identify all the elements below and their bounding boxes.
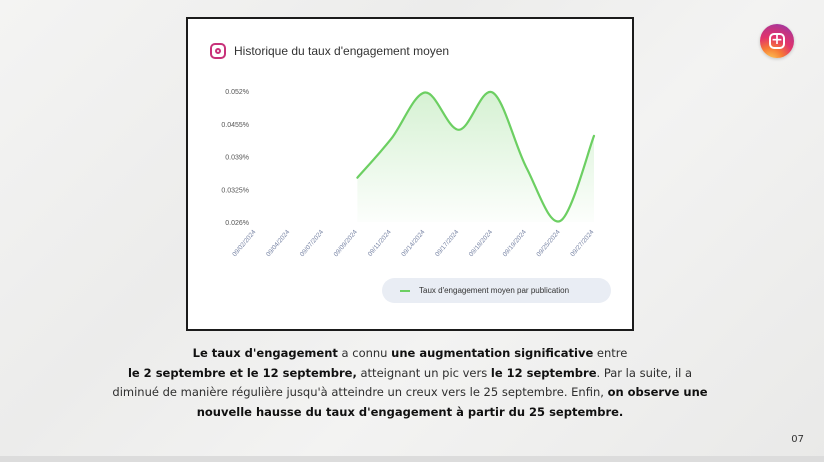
x-tick-label: 09/19/2024 (502, 229, 529, 259)
caption-part: entre (593, 346, 628, 360)
caption-part: a connu (337, 346, 392, 360)
x-tick-label: 09/09/2024 (333, 229, 360, 259)
caption-part: atteignant un pic vers (356, 365, 491, 380)
x-tick-label: 09/27/2024 (569, 229, 596, 259)
y-tick-label: 0.039% (225, 155, 249, 162)
add-post-button[interactable]: + (760, 24, 794, 58)
legend-label: Taux d'engagement moyen par publication (419, 286, 570, 295)
add-post-icon: + (769, 33, 785, 49)
y-tick-label: 0.0455% (221, 122, 249, 129)
x-tick-label: 09/04/2024 (265, 229, 292, 259)
slide: Historique du taux d'engagement moyen 0.… (0, 0, 824, 462)
y-tick-label: 0.052% (225, 89, 249, 96)
chart-card: Historique du taux d'engagement moyen 0.… (186, 17, 634, 331)
caption-part: le 2 septembre et le 12 septembre, (127, 365, 357, 380)
y-tick-label: 0.026% (225, 220, 249, 227)
bottom-bar (0, 456, 824, 462)
legend-swatch (400, 289, 410, 292)
page-number: 07 (791, 434, 804, 445)
chart-legend: Taux d'engagement moyen par publication (382, 278, 611, 303)
series-area (357, 91, 594, 222)
caption-part: le 12 septembre (490, 365, 597, 380)
y-tick-label: 0.0325% (221, 187, 249, 194)
caption-part: Le taux d'engagement (192, 346, 338, 360)
slide-caption: Le taux d'engagement a connu une augment… (110, 344, 710, 422)
x-tick-label: 09/14/2024 (400, 229, 427, 259)
x-tick-label: 09/07/2024 (299, 229, 326, 259)
x-tick-label: 09/25/2024 (535, 229, 562, 259)
caption-part: une augmentation significative (391, 346, 594, 360)
x-tick-label: 09/02/2024 (231, 229, 258, 259)
x-tick-label: 09/18/2024 (468, 229, 495, 259)
x-tick-label: 09/17/2024 (434, 229, 461, 259)
x-tick-label: 09/11/2024 (367, 229, 393, 258)
